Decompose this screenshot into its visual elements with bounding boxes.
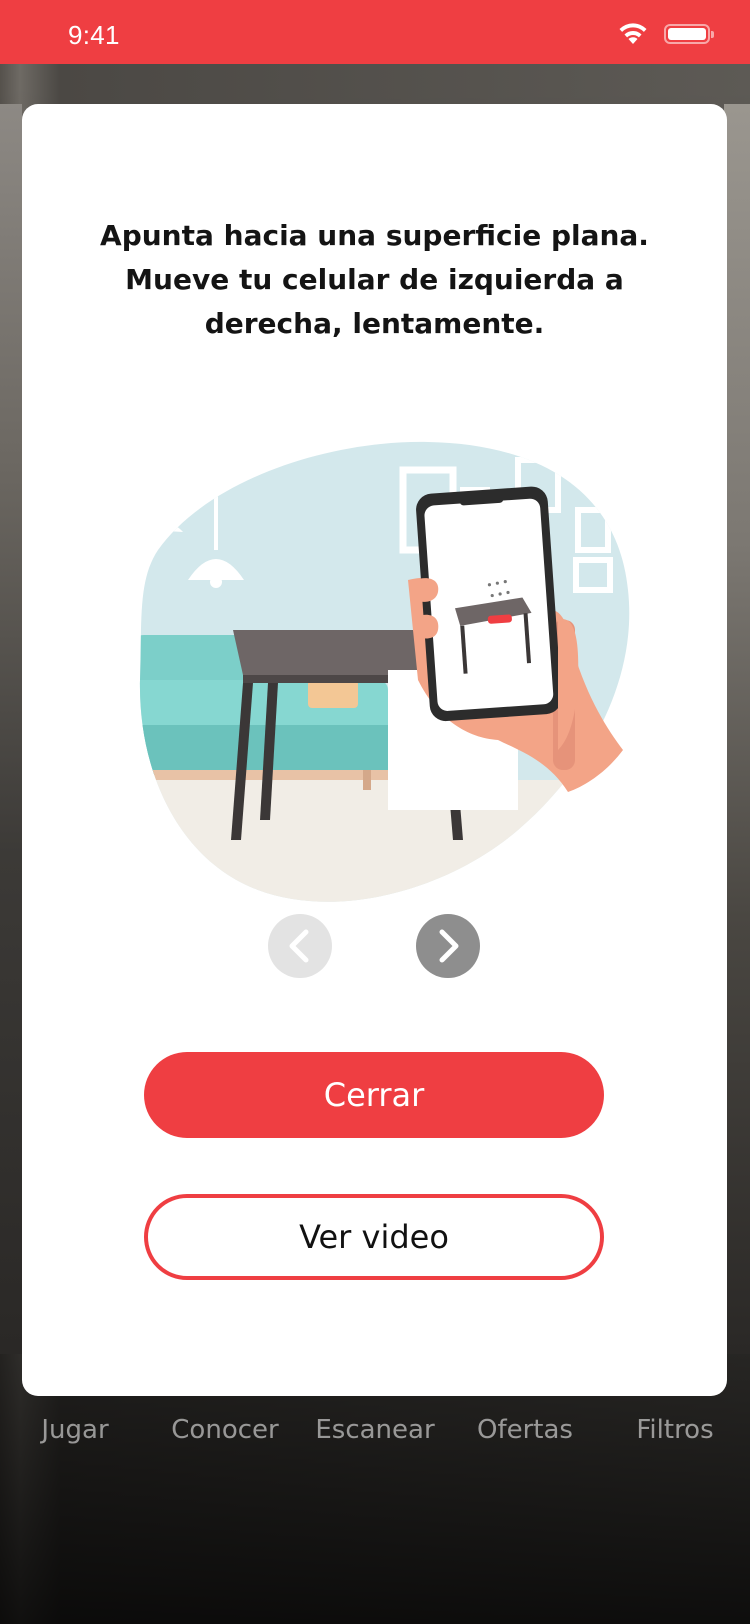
phone-scanning-table-illustration: [139, 441, 630, 902]
carousel-next-button[interactable]: [416, 914, 480, 978]
wifi-icon: [619, 23, 647, 44]
tutorial-modal: Apunta hacia una superficie plana. Mueve…: [22, 104, 727, 1396]
nav-item-jugar[interactable]: Jugar: [5, 1415, 145, 1445]
status-time: 9:41: [68, 20, 120, 50]
nav-item-escanear[interactable]: Escanear: [305, 1415, 445, 1445]
watch-video-button[interactable]: Ver video: [144, 1194, 604, 1280]
instruction-text: Apunta hacia una superficie plana. Mueve…: [100, 219, 649, 340]
status-bar: 9:41: [0, 0, 750, 64]
nav-item-filtros[interactable]: Filtros: [605, 1415, 745, 1445]
nav-item-conocer[interactable]: Conocer: [155, 1415, 295, 1445]
camera-scene-right: [724, 104, 750, 1354]
nav-item-ofertas[interactable]: Ofertas: [455, 1415, 595, 1445]
battery-icon: [664, 24, 714, 44]
carousel-prev-button[interactable]: [268, 914, 332, 978]
chevron-left-icon: [289, 929, 309, 963]
camera-scene-left: [0, 104, 22, 1354]
chevron-right-icon: [439, 929, 459, 963]
status-icons: [616, 22, 714, 46]
bottom-nav: Jugar Conocer Escanear Ofertas Filtros: [0, 1395, 750, 1465]
close-button[interactable]: Cerrar: [144, 1052, 604, 1138]
